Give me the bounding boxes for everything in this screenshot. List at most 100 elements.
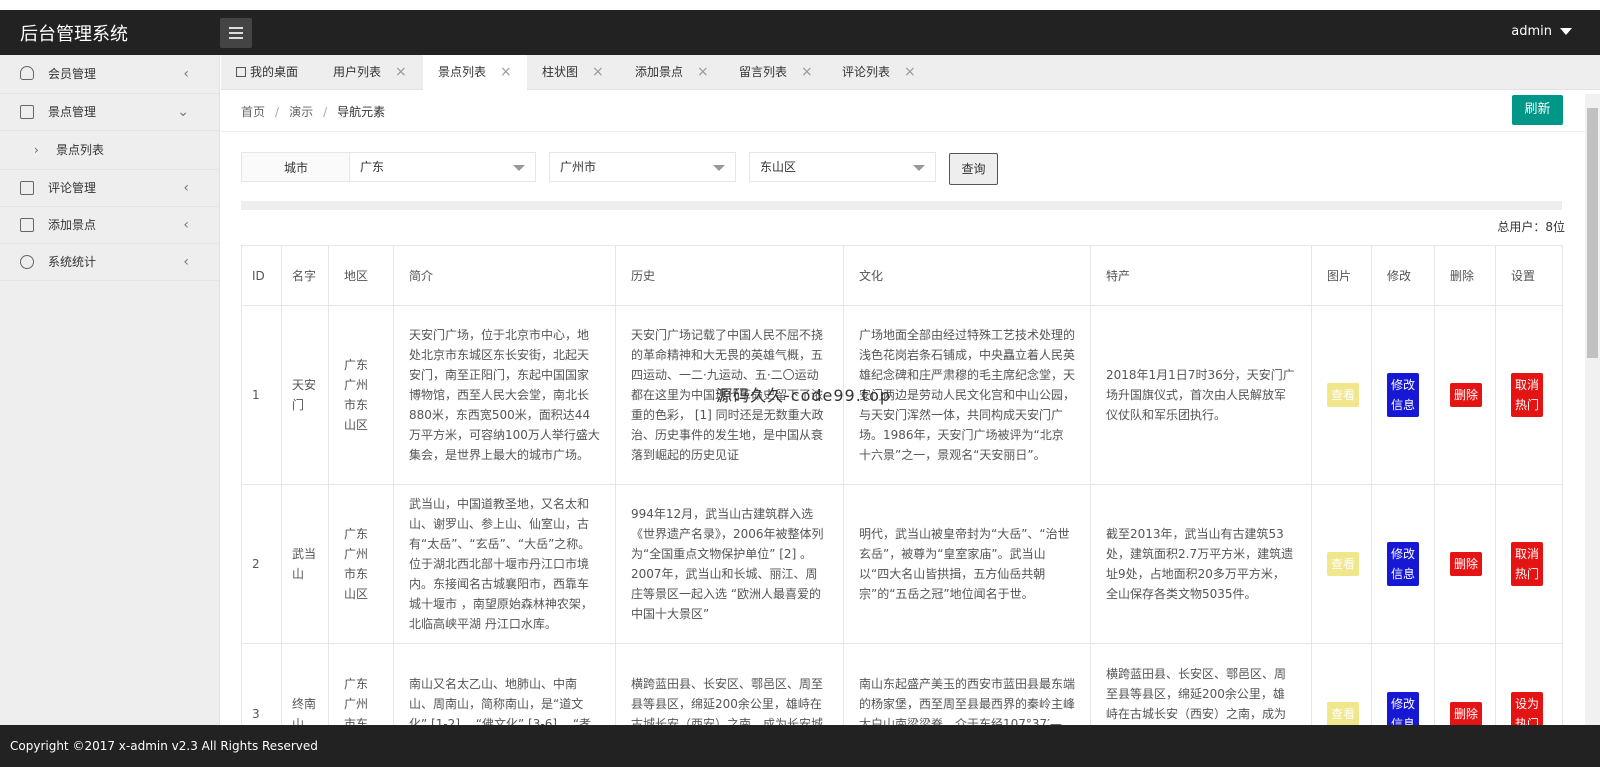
breadcrumb: 首页 / 演示 / 导航元素 [241,103,395,120]
delete-button[interactable]: 删除 [1450,701,1482,725]
tab-message-list[interactable]: 留言列表 × [739,55,813,90]
sidebar-item-attractions[interactable]: 景点管理 ⌄ [0,94,219,131]
breadcrumb-home[interactable]: 首页 [241,105,265,119]
sidebar-item-label: 系统统计 [48,255,97,269]
user-menu[interactable]: admin [1511,24,1572,39]
cell-region: 广东广州市东山区 [328,643,394,725]
hamburger-icon [229,27,243,29]
col-history: 历史 [615,245,844,306]
toggle-hot-button[interactable]: 取消热门 [1511,542,1543,586]
sidebar-item-members[interactable]: 会员管理 ‹ [0,55,219,94]
scrollbar-thumb[interactable] [1587,108,1598,358]
table-header: ID 名字 地区 简介 历史 文化 特产 图片 修改 删除 设置 [241,245,1563,306]
document-icon [20,181,34,195]
close-icon[interactable]: × [500,64,512,80]
cell-settings: 取消热门 [1495,484,1563,644]
district-select[interactable]: 东山区 [749,152,936,182]
tab-label: 柱状图 [542,65,579,79]
tab-label: 评论列表 [842,65,891,79]
cell-intro: 武当山，中国道教圣地，又名太和山、谢罗山、参上山、仙室山，古有“太岳”、“玄岳”… [393,484,616,644]
city-select[interactable]: 广州市 [549,152,736,182]
cell-delete: 删除 [1434,305,1496,485]
gray-toolbar [241,201,1562,210]
breadcrumb-separator: / [323,105,328,119]
view-image-button[interactable]: 查看 [1327,701,1359,725]
delete-button[interactable]: 删除 [1450,383,1482,407]
tab-add-attraction[interactable]: 添加景点 × [635,55,709,90]
edit-button[interactable]: 修改信息 [1387,542,1419,586]
toggle-hot-button[interactable]: 取消热门 [1511,373,1543,417]
close-icon[interactable]: × [592,64,604,80]
view-image-button[interactable]: 查看 [1327,383,1359,407]
cell-name: 天安门 [281,305,329,485]
col-culture: 文化 [843,245,1091,306]
query-button[interactable]: 查询 [949,153,998,185]
vertical-scrollbar[interactable] [1585,94,1600,725]
cell-history: 994年12月，武当山古建筑群入选《世界遗产名录》，2006年被整体列为“全国重… [615,484,844,644]
edit-button[interactable]: 修改信息 [1387,373,1419,417]
table-row: 3 终南山 广东广州市东山区 南山又名太乙山、地肺山、中南山、周南山，简称南山，… [241,643,1563,725]
col-image: 图片 [1311,245,1372,306]
total-count: 总用户：8位 [1497,220,1565,234]
sidebar-subitem-attraction-list[interactable]: › 景点列表 [0,131,219,170]
breadcrumb-current: 导航元素 [337,105,386,119]
cell-culture: 南山东起盛产美玉的西安市蓝田县最东端的杨家堡，西至周至县最西界的秦岭主峰太白山南… [843,643,1091,725]
dropdown-arrow-icon [913,165,925,171]
refresh-button[interactable]: 刷新 [1512,95,1563,125]
user-icon [20,66,34,80]
cell-delete: 删除 [1434,643,1496,725]
cell-id: 1 [241,305,282,485]
breadcrumb-demo[interactable]: 演示 [289,105,313,119]
col-settings: 设置 [1495,245,1563,306]
chevron-left-icon: ‹ [183,66,189,82]
cell-edit: 修改信息 [1371,484,1435,644]
col-edit: 修改 [1371,245,1435,306]
col-name: 名字 [281,245,329,306]
tab-desktop[interactable]: 我的桌面 [236,55,298,90]
toggle-hot-button[interactable]: 设为热门 [1511,691,1543,725]
province-value: 广东 [360,160,385,174]
chevron-left-icon: ‹ [183,217,189,233]
col-specialty: 特产 [1090,245,1312,306]
cell-image: 查看 [1311,305,1372,485]
cell-intro: 南山又名太乙山、地肺山、中南山、周南山，简称南山，是“道文化” [1-2] 、“… [393,643,616,725]
cell-edit: 修改信息 [1371,643,1435,725]
tab-label: 用户列表 [333,65,382,79]
cell-culture: 明代，武当山被皇帝封为“大岳”、“治世玄岳”，被尊为“皇室家庙”。武当山以“四大… [843,484,1091,644]
hamburger-icon-line [229,37,243,39]
table-row: 2 武当山 广东广州市东山区 武当山，中国道教圣地，又名太和山、谢罗山、参上山、… [241,484,1563,644]
col-delete: 删除 [1434,245,1496,306]
cell-name: 终南山 [281,643,329,725]
close-icon[interactable]: × [395,64,407,80]
close-icon[interactable]: × [904,64,916,80]
sidebar-item-statistics[interactable]: 系统统计 ‹ [0,244,219,281]
sidebar-item-comments[interactable]: 评论管理 ‹ [0,170,219,207]
cell-region: 广东广州市东山区 [328,305,394,485]
document-icon [20,105,34,119]
province-select[interactable]: 广东 [349,152,536,182]
close-icon[interactable]: × [801,64,813,80]
cell-specialty: 横跨蓝田县、长安区、鄠邑区、周至县等县区，绵延200余公里，雄峙在古城长安（西安… [1090,643,1312,725]
watermark-text: 源码久久-code99.top [716,386,892,405]
username: admin [1511,24,1552,39]
tab-attraction-list[interactable]: 景点列表 × [423,55,527,90]
menu-toggle-button[interactable] [220,18,252,48]
chevron-left-icon: ‹ [183,180,189,196]
cell-region: 广东广州市东山区 [328,484,394,644]
edit-button[interactable]: 修改信息 [1387,691,1419,725]
tab-comment-list[interactable]: 评论列表 × [842,55,916,90]
chevron-left-icon: ‹ [183,254,189,270]
view-image-button[interactable]: 查看 [1327,552,1359,576]
cell-image: 查看 [1311,643,1372,725]
cell-delete: 删除 [1434,484,1496,644]
sidebar-item-add-attraction[interactable]: 添加景点 ‹ [0,207,219,244]
tab-user-list[interactable]: 用户列表 × [333,55,407,90]
close-icon[interactable]: × [697,64,709,80]
tab-label: 添加景点 [635,65,684,79]
delete-button[interactable]: 删除 [1450,552,1482,576]
tab-label: 我的桌面 [250,65,299,79]
tab-bar-chart[interactable]: 柱状图 × [542,55,604,90]
city-label: 城市 [241,152,351,182]
cell-id: 2 [241,484,282,644]
cell-settings: 取消热门 [1495,305,1563,485]
